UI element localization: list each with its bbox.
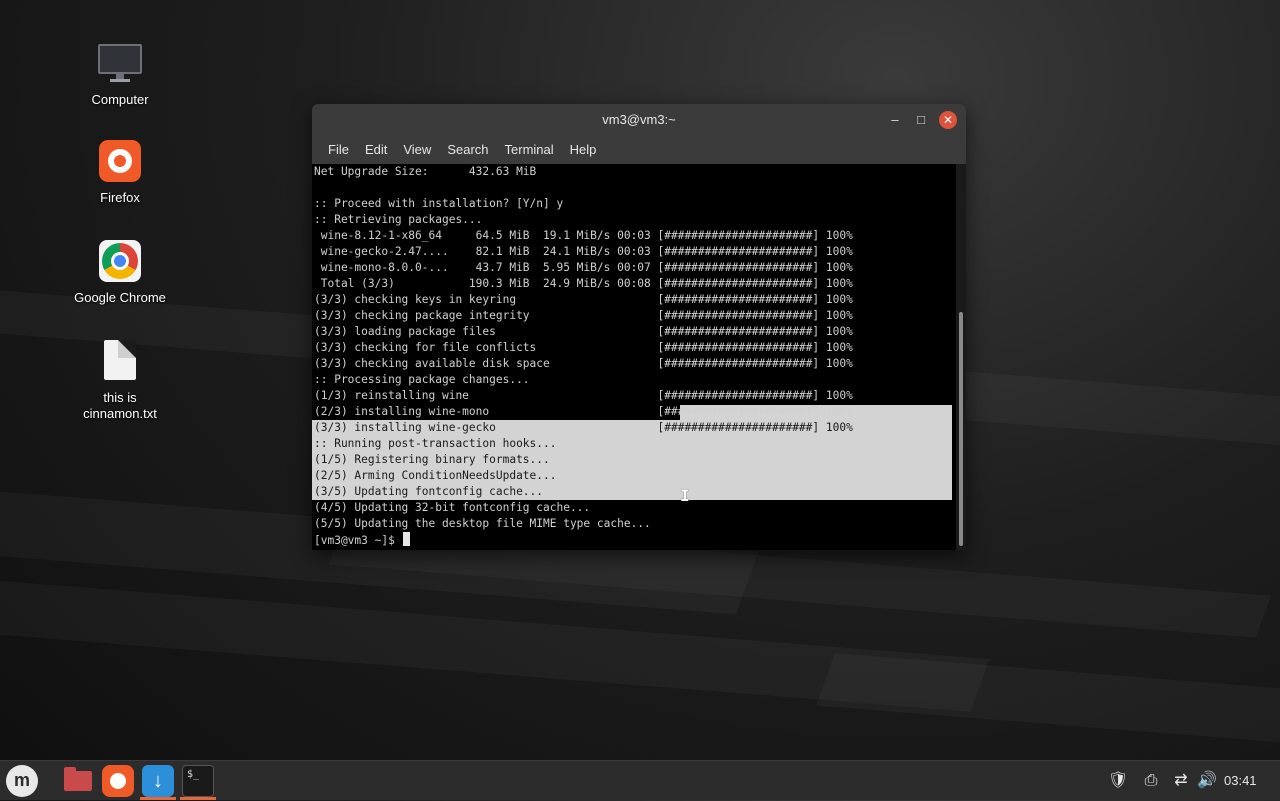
terminal-line: wine-8.12-1-x86_64 64.5 MiB 19.1 MiB/s 0… xyxy=(314,229,853,242)
mouse-ibeam-cursor-icon: I xyxy=(680,486,690,505)
menu-search[interactable]: Search xyxy=(439,136,496,164)
menu-bar: File Edit View Search Terminal Help xyxy=(312,136,966,164)
file-manager-launcher[interactable] xyxy=(62,765,94,797)
mint-menu-button[interactable] xyxy=(6,765,38,797)
firefox-launcher[interactable] xyxy=(102,765,134,797)
terminal-line-selected: (2/5) Arming ConditionNeedsUpdate... xyxy=(312,468,952,484)
terminal-line: (3/3) checking package integrity [######… xyxy=(314,309,853,322)
window-title: vm3@vm3:~ xyxy=(602,112,676,127)
terminal-prompt: [vm3@vm3 ~]$ xyxy=(314,534,395,547)
desktop-icon-google-chrome[interactable]: Google Chrome xyxy=(65,240,175,306)
close-icon[interactable]: ✕ xyxy=(939,111,957,129)
text-file-icon xyxy=(98,340,142,384)
window-titlebar[interactable]: vm3@vm3:~ – □ ✕ xyxy=(312,104,966,136)
terminal-line: (3/3) checking keys in keyring [########… xyxy=(314,293,853,306)
terminal-line: Net Upgrade Size: 432.63 MiB xyxy=(314,165,537,178)
terminal-line-selected: (3/5) Updating fontconfig cache... xyxy=(312,484,952,500)
terminal-line: :: Processing package changes... xyxy=(314,373,530,386)
computer-icon xyxy=(98,42,142,86)
terminal-line: (3/3) checking for file conflicts [#####… xyxy=(314,341,853,354)
maximize-icon[interactable]: □ xyxy=(912,111,930,129)
terminal-line: :: Retrieving packages... xyxy=(314,213,483,226)
menu-view[interactable]: View xyxy=(395,136,439,164)
terminal-line: (4/5) Updating 32-bit fontconfig cache..… xyxy=(314,501,591,514)
terminal-line: (5/5) Updating the desktop file MIME typ… xyxy=(314,517,651,530)
firefox-icon xyxy=(98,140,142,184)
terminal-line-selected: :: Running post-transaction hooks... xyxy=(312,436,952,452)
desktop-icon-label: Computer xyxy=(91,92,149,107)
terminal-line: (3/3) loading package files [###########… xyxy=(314,325,853,338)
desktop-icon-computer[interactable]: Computer xyxy=(65,42,175,108)
volume-icon[interactable]: 🔊 xyxy=(1196,761,1218,801)
scrollbar-thumb[interactable] xyxy=(959,312,963,546)
terminal-launcher[interactable]: $_ xyxy=(182,765,214,797)
network-icon[interactable]: ⇄ xyxy=(1170,761,1192,801)
desktop-icon-firefox[interactable]: Firefox xyxy=(65,140,175,206)
terminal-line: :: Proceed with installation? [Y/n] y xyxy=(314,197,564,210)
printer-icon[interactable]: ⎙ xyxy=(1140,761,1162,801)
desktop-icon-text-file[interactable]: this is cinnamon.txt xyxy=(65,340,175,422)
menu-file[interactable]: File xyxy=(320,136,357,164)
terminal-line-selected: (1/5) Registering binary formats... xyxy=(312,452,952,468)
taskbar: ↓ $_ 🛡 ⎙ ⇄ 🔊 03:41 xyxy=(0,760,1280,800)
update-manager-launcher[interactable]: ↓ xyxy=(142,765,174,797)
terminal-icon: $_ xyxy=(187,769,200,780)
terminal-line: Total (3/3) 190.3 MiB 24.9 MiB/s 00:08 [… xyxy=(314,277,853,290)
chrome-icon xyxy=(98,240,142,284)
minimize-icon[interactable]: – xyxy=(886,111,904,129)
terminal-line: (3/3) checking available disk space [###… xyxy=(314,357,853,370)
terminal-line-selected: (3/3) installing wine-gecko [###########… xyxy=(312,420,952,436)
clock[interactable]: 03:41 xyxy=(1224,761,1257,801)
menu-help[interactable]: Help xyxy=(562,136,605,164)
terminal-scrollbar[interactable] xyxy=(956,164,966,550)
desktop-icon-label: Firefox xyxy=(100,190,140,205)
terminal-line: (1/3) reinstalling wine [###############… xyxy=(314,389,853,402)
menu-terminal[interactable]: Terminal xyxy=(497,136,562,164)
desktop-icon-label: Google Chrome xyxy=(74,290,166,305)
terminal-line: (2/3) installing wine-mono [############… xyxy=(314,405,853,418)
terminal-prompt-line: [vm3@vm3 ~]$ xyxy=(312,532,952,548)
terminal-line: wine-mono-8.0.0-... 43.7 MiB 5.95 MiB/s … xyxy=(314,261,853,274)
terminal-output[interactable]: Net Upgrade Size: 432.63 MiB :: Proceed … xyxy=(312,164,952,550)
shield-icon[interactable]: 🛡 xyxy=(1106,761,1130,801)
terminal-window[interactable]: vm3@vm3:~ – □ ✕ File Edit View Search Te… xyxy=(312,104,966,550)
text-cursor xyxy=(402,532,410,546)
menu-edit[interactable]: Edit xyxy=(357,136,395,164)
desktop-icon-label: this is cinnamon.txt xyxy=(83,390,157,421)
terminal-line: wine-gecko-2.47.... 82.1 MiB 24.1 MiB/s … xyxy=(314,245,853,258)
folder-icon xyxy=(64,767,92,791)
